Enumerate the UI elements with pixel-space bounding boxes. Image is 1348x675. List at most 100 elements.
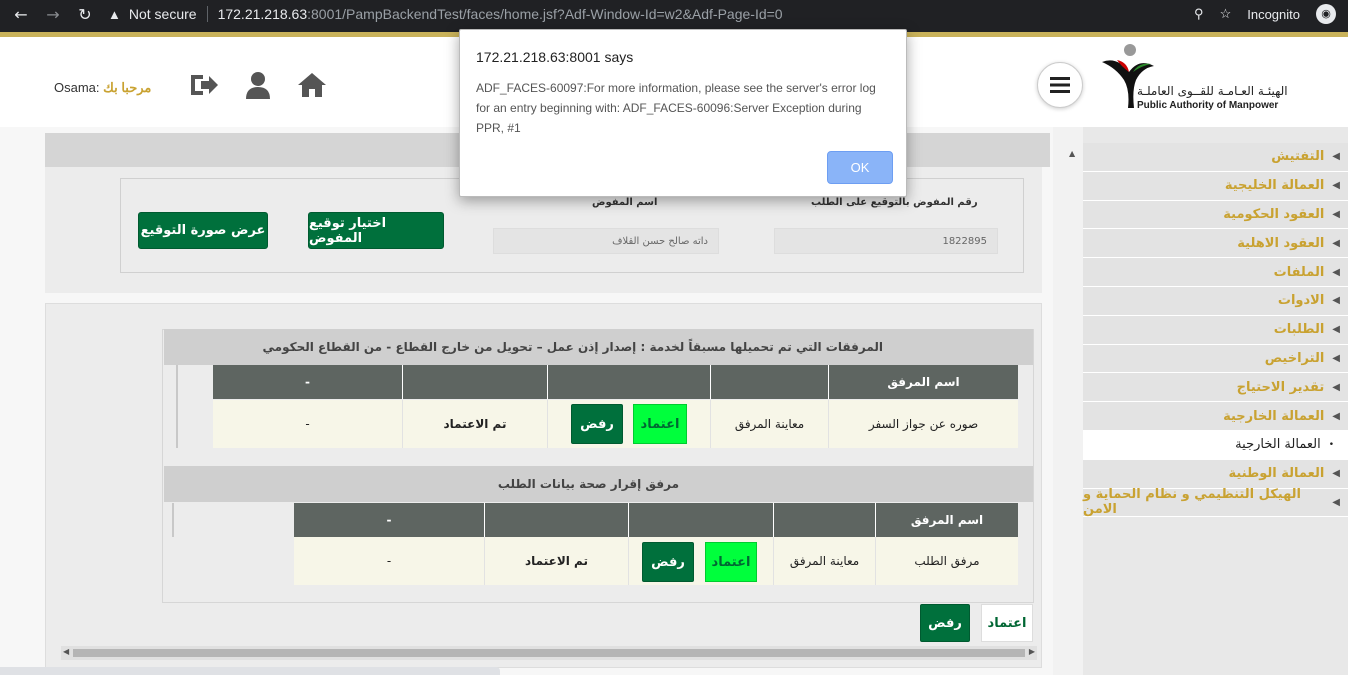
expand-arrow-icon: ◀ [1332, 410, 1340, 422]
sidebar-item-label: العمالة الخارجية [1223, 408, 1325, 424]
sidebar-item-label: الادوات [1277, 293, 1325, 309]
scroll-right-icon[interactable]: ▶ [1029, 647, 1035, 656]
forward-arrow-icon[interactable]: → [44, 5, 62, 24]
hamburger-menu-button[interactable] [1037, 62, 1083, 108]
incognito-label: Incognito [1247, 6, 1300, 22]
expand-arrow-icon: ◀ [1332, 208, 1340, 220]
header-attachment-name: اسم المرفق [828, 365, 1018, 399]
sidebar-item-label: العقود الاهلية [1237, 235, 1325, 251]
row-note: - [305, 417, 310, 431]
logout-icon[interactable] [188, 69, 220, 101]
choose-signature-button[interactable]: اختيار توقيع المفوض [308, 212, 444, 249]
dialog-title: 172.21.218.63:8001 says [476, 49, 634, 65]
alert-dialog: 172.21.218.63:8001 says ADF_FACES-60097:… [459, 29, 907, 197]
row-status: تم الاعتماد [484, 537, 628, 585]
sidebar-item-label: العمالة الخليجية [1224, 178, 1325, 194]
section1-table-header: - اسم المرفق [213, 365, 1018, 399]
expand-arrow-icon: ◀ [1332, 496, 1340, 508]
status-bar [0, 667, 500, 675]
row-note: - [386, 554, 392, 568]
sidebar: ▲ التفتيش ◀ العمالة الخليجية ◀ العقود الحكوم… [1053, 127, 1348, 675]
final-reject-button[interactable]: رفض [920, 604, 970, 642]
sidebar-scrollbar[interactable]: ▲ [1053, 127, 1083, 675]
view-attachment-link[interactable]: معاينة المرفق [710, 400, 828, 448]
horizontal-scrollbar[interactable]: ◀ ▶ [61, 646, 1037, 660]
section1-header: المرفقات التي تم تحميلها مسبقاً لخدمة : … [164, 329, 1033, 365]
sidebar-item[interactable]: الهيكل التنظيمي و نظام الحماية و الامن ◀ [1083, 487, 1348, 518]
url-path: :8001/PampBackendTest/faces/home.jsf?Adf… [307, 6, 783, 22]
sidebar-item-label: العمالة الخارجية [1235, 437, 1321, 453]
row-status: تم الاعتماد [402, 400, 547, 448]
expand-arrow-icon: ◀ [1332, 180, 1340, 192]
section2-table-header: - اسم المرفق [294, 503, 1018, 537]
sidebar-item[interactable]: العمالة الوطنية ◀ [1083, 459, 1348, 489]
back-arrow-icon[interactable]: ← [12, 5, 30, 24]
row-attachment-name: صوره عن جواز السفر [828, 400, 1018, 448]
user-icon[interactable] [242, 69, 274, 101]
section2-header: مرفق إقرار صحة بيانات الطلب [164, 466, 1033, 502]
delegate-number-label: رقم المفوض بالتوقيع على الطلب [811, 197, 978, 208]
expand-arrow-icon: ◀ [1332, 151, 1340, 163]
expand-arrow-icon: ◀ [1332, 266, 1340, 278]
sidebar-item-label: العقود الحكومية [1223, 206, 1325, 222]
sidebar-item-label: الهيكل التنظيمي و نظام الحماية و الامن [1083, 487, 1301, 518]
sidebar-item[interactable]: التراخيص ◀ [1083, 344, 1348, 374]
welcome-message: Osama: مرحبا بك [54, 80, 151, 96]
header-attachment-name: اسم المرفق [875, 503, 1018, 537]
browser-toolbar: ← → ↻ ▲ Not secure 172.21.218.63:8001/Pa… [0, 0, 1348, 28]
approve-button[interactable]: اعتماد [705, 542, 757, 582]
sidebar-item[interactable]: تقدير الاحتياج ◀ [1083, 373, 1348, 403]
sidebar-item[interactable]: الملفات ◀ [1083, 258, 1348, 287]
reject-button[interactable]: رفض [571, 404, 623, 444]
dialog-message: ADF_FACES-60097:For more information, pl… [476, 81, 876, 135]
welcome-name: Osama: [54, 80, 100, 95]
sidebar-item-label: العمالة الوطنية [1228, 466, 1325, 482]
approve-button[interactable]: اعتماد [633, 404, 687, 444]
reject-button[interactable]: رفض [642, 542, 694, 582]
delegate-name-label: اسم المفوض [592, 197, 658, 208]
row-attachment-name: مرفق الطلب [875, 537, 1018, 585]
sidebar-item-label: تقدير الاحتياج [1236, 379, 1325, 395]
show-signature-button[interactable]: عرض صورة التوقيع [138, 212, 268, 249]
view-attachment-link[interactable]: معاينة المرفق [773, 537, 875, 585]
logo-arabic-text: الهيئـة العـامـة للقــوى العاملـة [1137, 84, 1288, 98]
hamburger-icon [1050, 77, 1070, 93]
scroll-left-icon[interactable]: ◀ [63, 647, 69, 656]
bookmark-star-icon[interactable]: ☆ [1220, 6, 1232, 22]
expand-arrow-icon: ◀ [1332, 352, 1340, 364]
expand-arrow-icon: ◀ [1332, 468, 1340, 480]
sidebar-subitem[interactable]: العمالة الخارجية • [1083, 430, 1348, 460]
sidebar-item[interactable]: العقود الحكومية ◀ [1083, 200, 1348, 230]
sidebar-item[interactable]: العقود الاهلية ◀ [1083, 229, 1348, 259]
bullet-icon: • [1328, 439, 1334, 450]
sidebar-item[interactable]: الادوات ◀ [1083, 286, 1348, 316]
sidebar-item[interactable]: العمالة الخارجية ◀ [1083, 402, 1348, 431]
welcome-text: مرحبا بك [103, 80, 152, 95]
expand-arrow-icon: ◀ [1332, 324, 1340, 336]
dialog-ok-button[interactable]: OK [827, 151, 893, 184]
scroll-up-icon[interactable]: ▲ [1069, 149, 1075, 158]
expand-arrow-icon: ◀ [1332, 381, 1340, 393]
sidebar-item[interactable]: التفتيش ◀ [1083, 143, 1348, 172]
reload-icon[interactable]: ↻ [76, 5, 94, 24]
expand-arrow-icon: ◀ [1332, 237, 1340, 249]
zoom-icon[interactable]: ⚲ [1194, 6, 1204, 22]
sidebar-item-label: التراخيص [1264, 350, 1325, 366]
sidebar-item[interactable]: الطلبات ◀ [1083, 315, 1348, 345]
warning-icon: ▲ [108, 6, 121, 22]
url-host: 172.21.218.63 [217, 6, 308, 22]
delegate-name-field[interactable]: داته صالح حسن القلاف [493, 228, 719, 254]
authority-logo: الهيئـة العـامـة للقــوى العاملـة Public… [1097, 42, 1297, 122]
final-approve-button[interactable]: اعتماد [981, 604, 1033, 642]
header-note: - [386, 513, 392, 527]
home-icon[interactable] [296, 69, 328, 101]
expand-arrow-icon: ◀ [1332, 295, 1340, 307]
delegate-number-field[interactable]: 1822895 [774, 228, 998, 254]
address-bar[interactable]: ▲ Not secure 172.21.218.63:8001/PampBack… [108, 3, 1228, 25]
header-note: - [305, 375, 310, 389]
sidebar-item[interactable]: العمالة الخليجية ◀ [1083, 171, 1348, 201]
sidebar-item-label: التفتيش [1271, 149, 1325, 165]
incognito-icon[interactable]: ◉ [1316, 4, 1336, 24]
sidebar-item-label: الملفات [1273, 264, 1325, 280]
logo-english-text: Public Authority of Manpower [1137, 100, 1279, 111]
